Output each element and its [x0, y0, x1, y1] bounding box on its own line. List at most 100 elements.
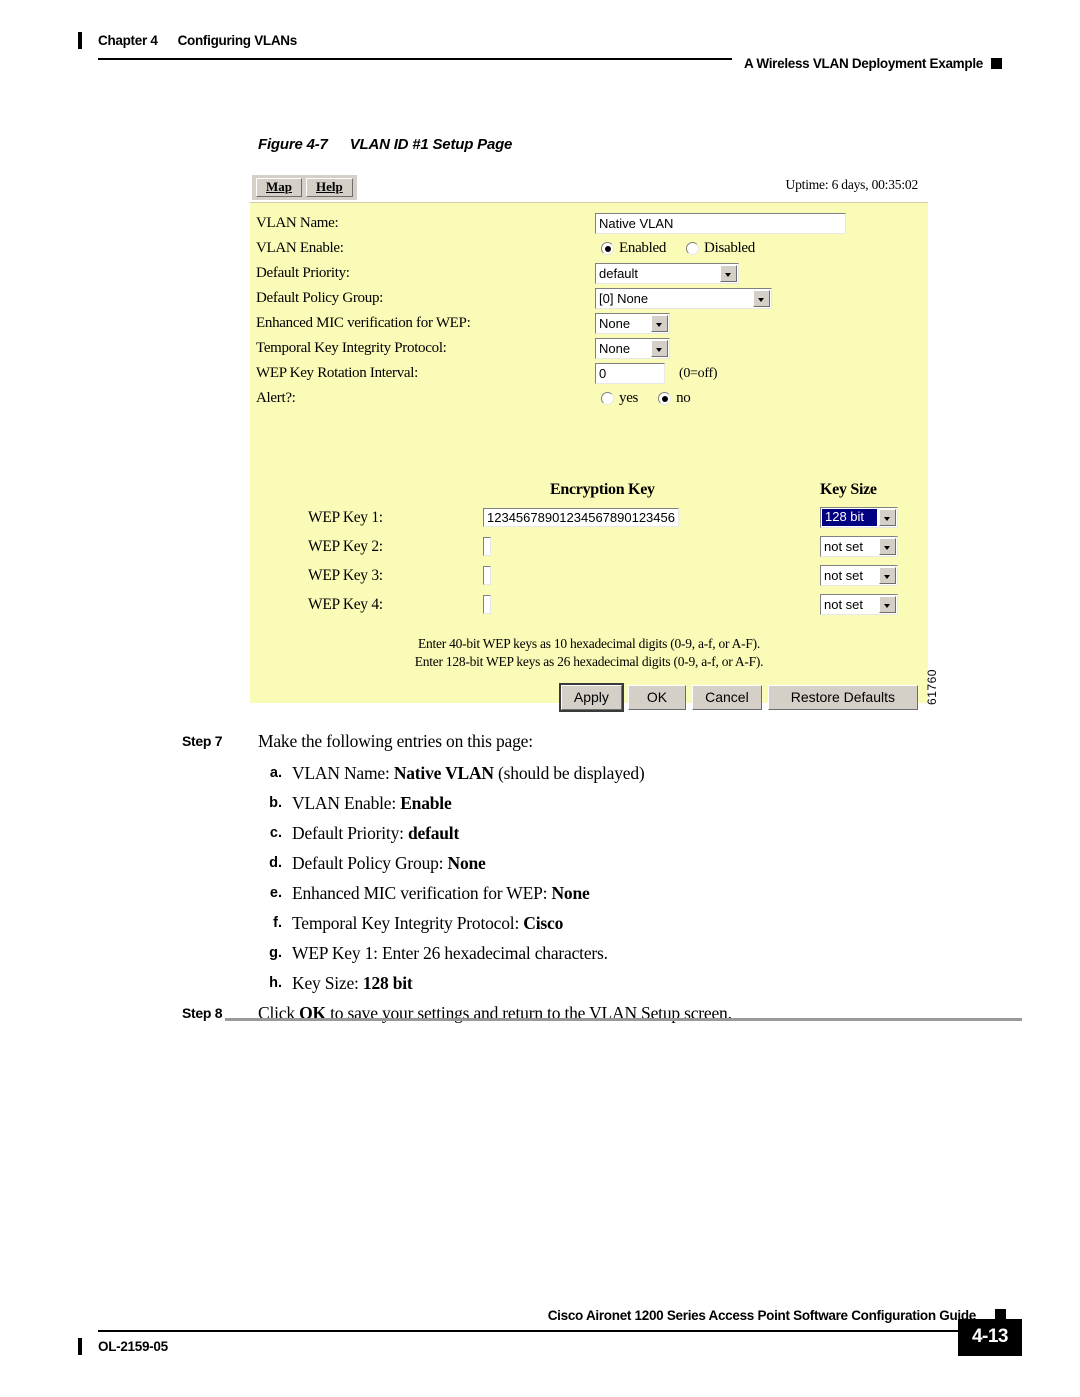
radio-dot-icon [686, 242, 700, 255]
ok-button[interactable]: OK [627, 685, 687, 710]
field-row-enhanced-mic: Enhanced MIC verification for WEP: None [250, 311, 928, 336]
restore-defaults-button[interactable]: Restore Defaults [767, 685, 918, 710]
map-button[interactable]: Map [256, 178, 302, 197]
wep-key-1-input[interactable]: 12345678901234567890123456 [483, 507, 679, 527]
default-priority-label: Default Priority: [256, 265, 350, 281]
radio-dot-icon [601, 242, 614, 255]
vlan-name-input[interactable]: Native VLAN [595, 213, 846, 234]
chevron-down-icon[interactable] [879, 596, 896, 613]
radio-dot-icon [658, 392, 672, 405]
header-section-group: A Wireless VLAN Deployment Example [731, 56, 1002, 71]
alert-no-label: no [676, 390, 691, 406]
vlan-enable-radio-enabled[interactable]: Enabled [601, 240, 666, 257]
wep-key-2-size-select[interactable]: not set [820, 536, 898, 557]
vlan-form-panel: VLAN Name: Native VLAN VLAN Enable: Enab… [250, 202, 928, 712]
substep-f-marker: f. [273, 915, 282, 931]
encryption-key-header: Encryption Key [550, 481, 655, 498]
wep-key-1-size-select[interactable]: 128 bit [820, 507, 898, 528]
wep-rotation-hint: (0=off) [679, 365, 718, 381]
wep-key-4-input[interactable] [483, 594, 491, 614]
field-row-alert: Alert?: yes no [250, 386, 928, 411]
substep-g-marker: g. [269, 945, 282, 961]
step-8-label: Step 8 [182, 1005, 223, 1021]
substep-c-marker: c. [269, 825, 282, 841]
wep-rotation-label: WEP Key Rotation Interval: [256, 365, 419, 381]
header-chapter: Chapter 4 Configuring VLANs [98, 33, 297, 48]
wep-rotation-input[interactable]: 0 [595, 363, 665, 384]
wep-key-4-size-select[interactable]: not set [820, 594, 898, 615]
chevron-down-icon[interactable] [651, 340, 668, 357]
wep-key-4-size-value: not set [824, 597, 864, 612]
enhanced-mic-label: Enhanced MIC verification for WEP: [256, 315, 471, 331]
wep-key-4-label: WEP Key 4: [308, 595, 383, 613]
substep-c-text: Default Priority: default [292, 823, 460, 843]
vlan-name-label: VLAN Name: [256, 215, 339, 231]
step-8-text: Click OK to save your settings and retur… [258, 1003, 732, 1023]
wep-key-row: WEP Key 2: not set [250, 532, 928, 561]
alert-radio-no[interactable]: no [658, 390, 691, 407]
wep-key-2-label: WEP Key 2: [308, 537, 383, 555]
step-7: Step 7 Make the following entries on thi… [182, 726, 922, 756]
figure-caption-title: VLAN ID #1 Setup Page [349, 136, 513, 153]
chevron-down-icon[interactable] [651, 315, 668, 332]
substep-h: h. Key Size: 128 bit [258, 968, 922, 998]
footer-doc-number: OL-2159-05 [98, 1339, 168, 1354]
footer-guide-title: Cisco Aironet 1200 Series Access Point S… [541, 1308, 982, 1323]
alert-radio-yes[interactable]: yes [601, 390, 638, 407]
wep-key-1-size-value: 128 bit [822, 509, 877, 526]
substep-b: b. VLAN Enable: Enable [258, 788, 922, 818]
help-button[interactable]: Help [306, 178, 353, 197]
wep-key-3-input[interactable] [483, 565, 491, 585]
footer-left-rule [78, 1338, 82, 1355]
figure-id-number: 61760 [925, 669, 940, 705]
key-size-header: Key Size [820, 481, 877, 498]
tkip-select[interactable]: None [595, 338, 670, 359]
chevron-down-icon[interactable] [879, 538, 896, 555]
substep-g-text: WEP Key 1: Enter 26 hexadecimal characte… [292, 943, 608, 963]
wep-key-3-label: WEP Key 3: [308, 566, 383, 584]
enhanced-mic-select[interactable]: None [595, 313, 670, 334]
chevron-down-icon[interactable] [879, 567, 896, 584]
vlan-enable-enabled-label: Enabled [619, 240, 667, 256]
wep-key-2-input[interactable] [483, 536, 491, 556]
radio-dot-icon [601, 392, 614, 405]
chevron-down-icon[interactable] [720, 265, 737, 282]
section-divider-rule [225, 1018, 1022, 1021]
header-chapter-title: Configuring VLANs [177, 33, 298, 48]
substep-d-text: Default Policy Group: None [292, 853, 486, 873]
header-section-title: A Wireless VLAN Deployment Example [739, 56, 991, 71]
alert-label: Alert?: [256, 390, 296, 406]
browser-toolbar: Map Help Uptime: 6 days, 00:35:02 [250, 172, 928, 202]
chevron-down-icon[interactable] [879, 509, 896, 526]
substep-e: e. Enhanced MIC verification for WEP: No… [258, 878, 922, 908]
tkip-label: Temporal Key Integrity Protocol: [256, 340, 447, 356]
header-left-rule [78, 32, 82, 49]
default-policy-group-select[interactable]: [0] None [595, 288, 772, 309]
uptime-text: Uptime: 6 days, 00:35:02 [785, 177, 919, 192]
footer-doc-group: OL-2159-05 [78, 1338, 168, 1355]
wep-key-3-size-select[interactable]: not set [820, 565, 898, 586]
field-row-wep-rotation: WEP Key Rotation Interval: 0 (0=off) [250, 361, 928, 386]
vlan-enable-label: VLAN Enable: [256, 240, 344, 256]
substep-b-text: VLAN Enable: Enable [292, 793, 452, 813]
default-priority-select[interactable]: default [595, 263, 739, 284]
header-square-marker [991, 58, 1002, 69]
wep-key-1-label: WEP Key 1: [308, 508, 383, 526]
substep-g: g. WEP Key 1: Enter 26 hexadecimal chara… [258, 938, 922, 968]
chevron-down-icon[interactable] [753, 290, 770, 307]
vlan-enable-radio-disabled[interactable]: Disabled [686, 240, 755, 257]
cancel-button[interactable]: Cancel [692, 685, 762, 710]
tkip-value: None [599, 341, 631, 356]
apply-button[interactable]: Apply [558, 683, 624, 712]
substep-b-marker: b. [269, 795, 282, 811]
enhanced-mic-value: None [599, 316, 631, 331]
step-7-label: Step 7 [182, 733, 223, 749]
substep-e-text: Enhanced MIC verification for WEP: None [292, 883, 590, 903]
substep-a: a. VLAN Name: Native VLAN (should be dis… [258, 758, 922, 788]
wep-key-row: WEP Key 4: not set [250, 590, 928, 619]
default-policy-group-value: [0] None [599, 291, 649, 306]
field-row-default-policy-group: Default Policy Group: [0] None [250, 286, 928, 311]
substep-f: f. Temporal Key Integrity Protocol: Cisc… [258, 908, 922, 938]
substep-a-text: VLAN Name: Native VLAN (should be displa… [292, 763, 645, 783]
substep-e-marker: e. [269, 885, 282, 901]
